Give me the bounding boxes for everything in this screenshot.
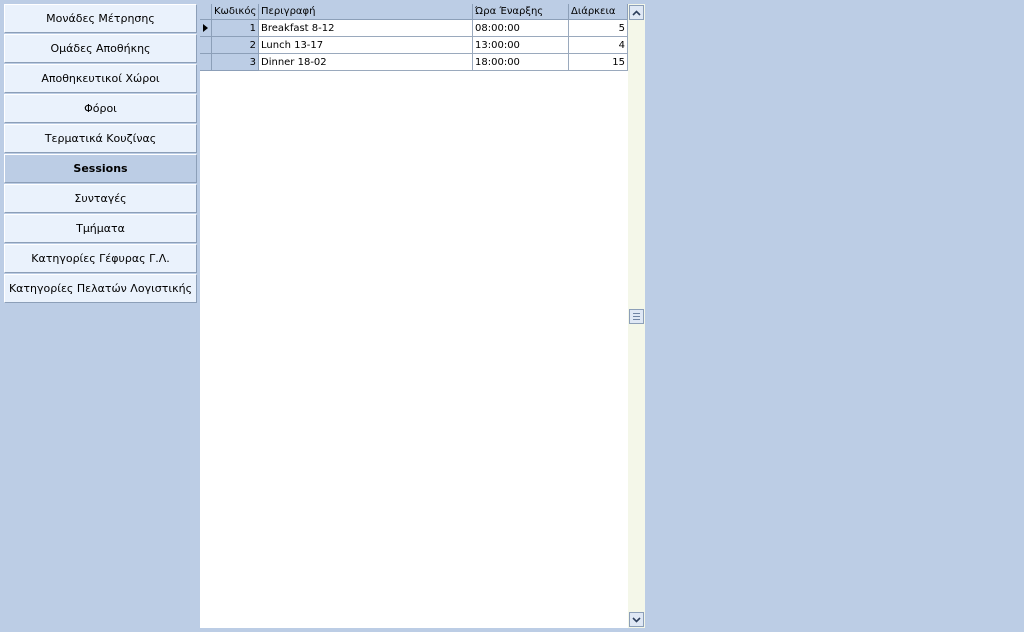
cell-duration[interactable]: 15 [569,54,628,71]
column-header-description[interactable]: Περιγραφή [259,4,473,20]
grip-line [633,316,640,317]
grip-line [633,313,640,314]
row-indicator[interactable] [200,37,212,54]
row-indicator[interactable] [200,54,212,71]
column-header-code[interactable]: Κωδικός [212,4,259,20]
nav-button-sessions[interactable]: Sessions [4,154,197,183]
grid-header: Κωδικός Περιγραφή Ώρα Έναρξης Διάρκεια [200,4,628,20]
nav-button-units[interactable]: Μονάδες Μέτρησης [4,4,197,33]
table-row[interactable]: 1 Breakfast 8-12 08:00:00 5 [200,20,628,37]
cell-code[interactable]: 3 [212,54,259,71]
sidebar: Μονάδες Μέτρησης Ομάδες Αποθήκης Αποθηκε… [4,4,197,304]
scroll-up-button[interactable] [629,5,644,20]
vertical-scrollbar[interactable] [628,4,645,628]
chevron-down-icon [632,616,641,623]
table-row[interactable]: 3 Dinner 18-02 18:00:00 15 [200,54,628,71]
nav-button-customer-categories[interactable]: Κατηγορίες Πελατών Λογιστικής [4,274,197,303]
grip-line [633,319,640,320]
chevron-up-icon [632,9,641,16]
nav-button-taxes[interactable]: Φόροι [4,94,197,123]
nav-button-warehouse-groups[interactable]: Ομάδες Αποθήκης [4,34,197,63]
cell-code[interactable]: 1 [212,20,259,37]
cell-description[interactable]: Dinner 18-02 [259,54,473,71]
nav-button-departments[interactable]: Τμήματα [4,214,197,243]
cell-code[interactable]: 2 [212,37,259,54]
nav-button-recipes[interactable]: Συνταγές [4,184,197,213]
column-header-duration[interactable]: Διάρκεια [569,4,628,20]
scroll-thumb[interactable] [629,309,644,324]
cell-duration[interactable]: 4 [569,37,628,54]
cell-start-time[interactable]: 18:00:00 [473,54,569,71]
nav-button-bridge-categories[interactable]: Κατηγορίες Γέφυρας Γ.Λ. [4,244,197,273]
nav-button-kitchen-terminals[interactable]: Τερματικά Κουζίνας [4,124,197,153]
table-row[interactable]: 2 Lunch 13-17 13:00:00 4 [200,37,628,54]
row-indicator[interactable] [200,20,212,37]
column-header-start-time[interactable]: Ώρα Έναρξης [473,4,569,20]
cell-duration[interactable]: 5 [569,20,628,37]
scroll-down-button[interactable] [629,612,644,627]
cell-start-time[interactable]: 13:00:00 [473,37,569,54]
sessions-grid: Κωδικός Περιγραφή Ώρα Έναρξης Διάρκεια 1… [200,4,628,628]
cell-start-time[interactable]: 08:00:00 [473,20,569,37]
cell-description[interactable]: Breakfast 8-12 [259,20,473,37]
nav-button-storage-areas[interactable]: Αποθηκευτικοί Χώροι [4,64,197,93]
current-row-arrow-icon [203,24,208,32]
header-indicator [200,4,212,20]
cell-description[interactable]: Lunch 13-17 [259,37,473,54]
